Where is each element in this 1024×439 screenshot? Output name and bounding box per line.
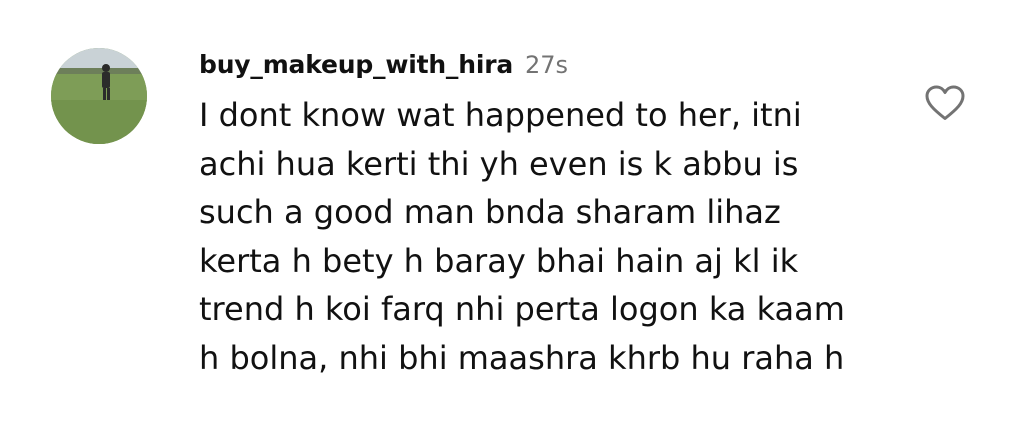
comment-meta: buy_makeup_with_hira 27s [199, 50, 899, 79]
like-button[interactable] [924, 84, 966, 122]
timestamp: 27s [525, 51, 569, 79]
avatar[interactable] [51, 48, 147, 144]
username-link[interactable]: buy_makeup_with_hira [199, 50, 513, 79]
heart-outline-icon [925, 85, 965, 120]
avatar-photo [51, 48, 147, 144]
comment-body: buy_makeup_with_hira 27s I dont know wat… [199, 50, 899, 382]
comment-text: I dont know wat happened to her, itni ac… [199, 96, 845, 377]
comment-item: buy_makeup_with_hira 27s I dont know wat… [0, 0, 1024, 439]
